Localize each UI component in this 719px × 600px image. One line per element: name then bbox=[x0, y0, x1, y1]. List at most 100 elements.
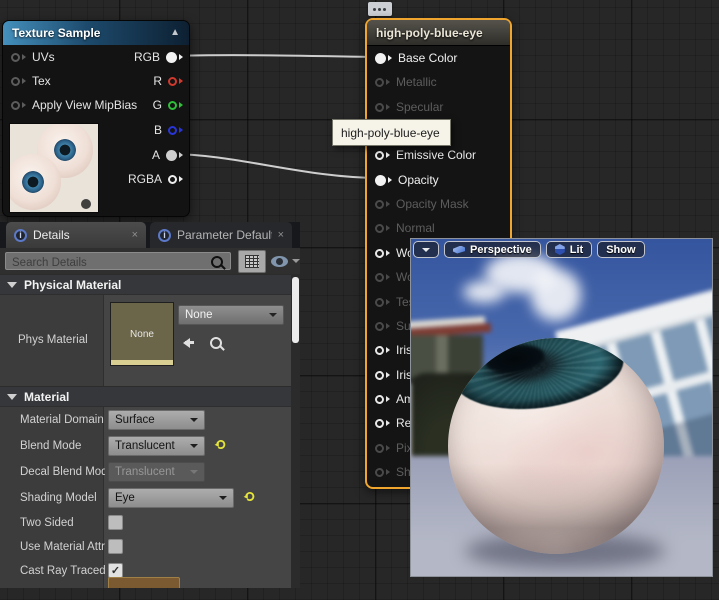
input-pin-icon[interactable] bbox=[375, 371, 384, 380]
clipped-button[interactable] bbox=[108, 577, 180, 588]
texture-output-pin-row[interactable]: B bbox=[154, 121, 183, 139]
viewport-options-button[interactable] bbox=[413, 241, 439, 258]
input-pin-icon[interactable] bbox=[375, 78, 384, 87]
browse-icon[interactable] bbox=[210, 337, 222, 349]
texture-input-pin-row[interactable]: UVs bbox=[11, 48, 55, 66]
search-input[interactable] bbox=[6, 255, 230, 271]
details-scrollbar-thumb[interactable] bbox=[292, 277, 299, 343]
dropdown-value: Eye bbox=[115, 492, 135, 504]
section-header-physical-material[interactable]: Physical Material bbox=[0, 274, 291, 295]
input-pin-icon[interactable] bbox=[375, 395, 384, 404]
input-pin-icon[interactable] bbox=[375, 322, 384, 331]
texture-output-pin-row[interactable]: R bbox=[153, 72, 183, 90]
texture-sample-node[interactable]: Texture Sample ▲ UVs Tex Apply View MipBia… bbox=[2, 20, 190, 217]
input-pin-icon[interactable] bbox=[375, 200, 384, 209]
material-pin-Specular[interactable]: Specular bbox=[375, 98, 443, 116]
search-box[interactable] bbox=[5, 252, 231, 270]
close-icon[interactable]: × bbox=[132, 229, 138, 241]
wire-a-to-opacity[interactable] bbox=[170, 154, 380, 178]
input-pin-icon[interactable] bbox=[375, 298, 384, 307]
output-pin-icon[interactable] bbox=[166, 52, 177, 63]
texture-output-pin-row[interactable]: A bbox=[152, 146, 183, 164]
perspective-button[interactable]: Perspective bbox=[444, 241, 541, 258]
input-pin-icon[interactable] bbox=[375, 249, 384, 258]
material-pin-Normal[interactable]: Normal bbox=[375, 219, 435, 237]
input-pin-icon[interactable] bbox=[375, 175, 386, 186]
texture-output-pin-row[interactable]: G bbox=[153, 96, 183, 114]
wire-rgb-to-basecolor[interactable] bbox=[170, 55, 380, 57]
texture-input-pin-row[interactable]: Tex bbox=[11, 72, 51, 90]
texture-sample-node-header[interactable]: Texture Sample ▲ bbox=[3, 21, 189, 45]
info-magnifier-icon bbox=[14, 229, 27, 242]
material-pin-Metallic[interactable]: Metallic bbox=[375, 73, 437, 91]
view-options-eye-icon[interactable] bbox=[271, 256, 288, 267]
output-pin-icon[interactable] bbox=[166, 150, 177, 161]
input-pin-icon[interactable] bbox=[375, 151, 384, 160]
input-pin-icon[interactable] bbox=[375, 103, 384, 112]
property-row-two-sided: Two Sided bbox=[0, 511, 291, 535]
display-options-button[interactable] bbox=[238, 250, 266, 273]
details-scrollbar-track[interactable] bbox=[291, 274, 300, 588]
output-pin-icon[interactable] bbox=[168, 126, 177, 135]
material-domain-dropdown[interactable]: Surface bbox=[108, 410, 205, 430]
blend-mode-dropdown[interactable]: Translucent bbox=[108, 436, 205, 456]
input-pin-icon[interactable] bbox=[375, 224, 384, 233]
material-pin-Base Color[interactable]: Base Color bbox=[375, 49, 457, 67]
collapse-arrow-icon[interactable]: ▲ bbox=[170, 28, 180, 38]
use-material-attri-checkbox[interactable] bbox=[108, 539, 123, 554]
texture-output-pin-row[interactable]: RGB bbox=[134, 48, 183, 66]
material-pin-Tes[interactable]: Tes bbox=[375, 293, 415, 311]
section-header-material[interactable]: Material bbox=[0, 386, 291, 407]
input-pin-icon[interactable] bbox=[375, 468, 384, 477]
material-pin-Opacity Mask[interactable]: Opacity Mask bbox=[375, 195, 469, 213]
reset-to-default-icon[interactable] bbox=[243, 490, 257, 504]
material-node-header[interactable]: high-poly-blue-eye bbox=[367, 20, 510, 46]
phys-material-dropdown[interactable]: None bbox=[178, 305, 284, 325]
show-button[interactable]: Show bbox=[597, 241, 644, 258]
material-pin-Am[interactable]: Am bbox=[375, 390, 414, 408]
expand-triangle-icon[interactable] bbox=[7, 394, 17, 400]
material-preview-viewport[interactable]: Perspective Lit Show bbox=[410, 238, 713, 577]
tab-details[interactable]: Details × bbox=[6, 222, 146, 248]
material-pin-Iris[interactable]: Iris bbox=[375, 366, 412, 384]
pin-tail-icon bbox=[179, 152, 183, 158]
material-pin-Iris[interactable]: Iris bbox=[375, 341, 412, 359]
material-pin-Opacity[interactable]: Opacity bbox=[375, 171, 439, 189]
show-label: Show bbox=[606, 244, 635, 256]
input-pin-icon[interactable] bbox=[11, 101, 20, 110]
input-pin-icon[interactable] bbox=[375, 53, 386, 64]
phys-material-thumbnail[interactable]: None bbox=[110, 302, 174, 366]
input-pin-icon[interactable] bbox=[11, 53, 20, 62]
chevron-down-icon bbox=[190, 418, 198, 426]
input-pin-icon[interactable] bbox=[375, 273, 384, 282]
tab-parameter-defaults[interactable]: Parameter Default: × bbox=[150, 222, 292, 248]
material-pin-Emissive Color[interactable]: Emissive Color bbox=[375, 146, 476, 164]
output-pin-icon[interactable] bbox=[168, 175, 177, 184]
pin-tail-icon bbox=[386, 347, 390, 353]
dropdown-value: Surface bbox=[115, 414, 155, 426]
close-icon[interactable]: × bbox=[278, 229, 284, 241]
details-tab-bar: Details × Parameter Default: × bbox=[0, 222, 300, 248]
input-pin-icon[interactable] bbox=[375, 444, 384, 453]
use-selected-arrow-icon[interactable] bbox=[185, 341, 194, 344]
input-pin-icon[interactable] bbox=[375, 346, 384, 355]
chevron-down-icon bbox=[269, 313, 277, 321]
pin-label: B bbox=[154, 123, 162, 137]
material-pin-Ref[interactable]: Ref bbox=[375, 414, 415, 432]
comment-bubble-icon[interactable] bbox=[368, 2, 392, 16]
output-pin-icon[interactable] bbox=[168, 77, 177, 86]
cast-ray-traced-s-checkbox[interactable]: ✓ bbox=[108, 563, 123, 578]
texture-output-pin-row[interactable]: RGBA bbox=[128, 170, 183, 188]
output-pin-icon[interactable] bbox=[168, 101, 177, 110]
expand-triangle-icon[interactable] bbox=[7, 282, 17, 288]
reset-to-default-icon[interactable] bbox=[214, 438, 228, 452]
pin-tail-icon bbox=[179, 102, 183, 108]
texture-input-pin-row[interactable]: Apply View MipBias bbox=[11, 96, 137, 114]
two-sided-checkbox[interactable] bbox=[108, 515, 123, 530]
shading-model-dropdown[interactable]: Eye bbox=[108, 488, 234, 508]
lit-button[interactable]: Lit bbox=[546, 241, 592, 258]
input-pin-icon[interactable] bbox=[11, 77, 20, 86]
material-pin-Pix[interactable]: Pix bbox=[375, 439, 413, 457]
input-pin-icon[interactable] bbox=[375, 419, 384, 428]
chevron-down-icon[interactable] bbox=[292, 259, 300, 267]
